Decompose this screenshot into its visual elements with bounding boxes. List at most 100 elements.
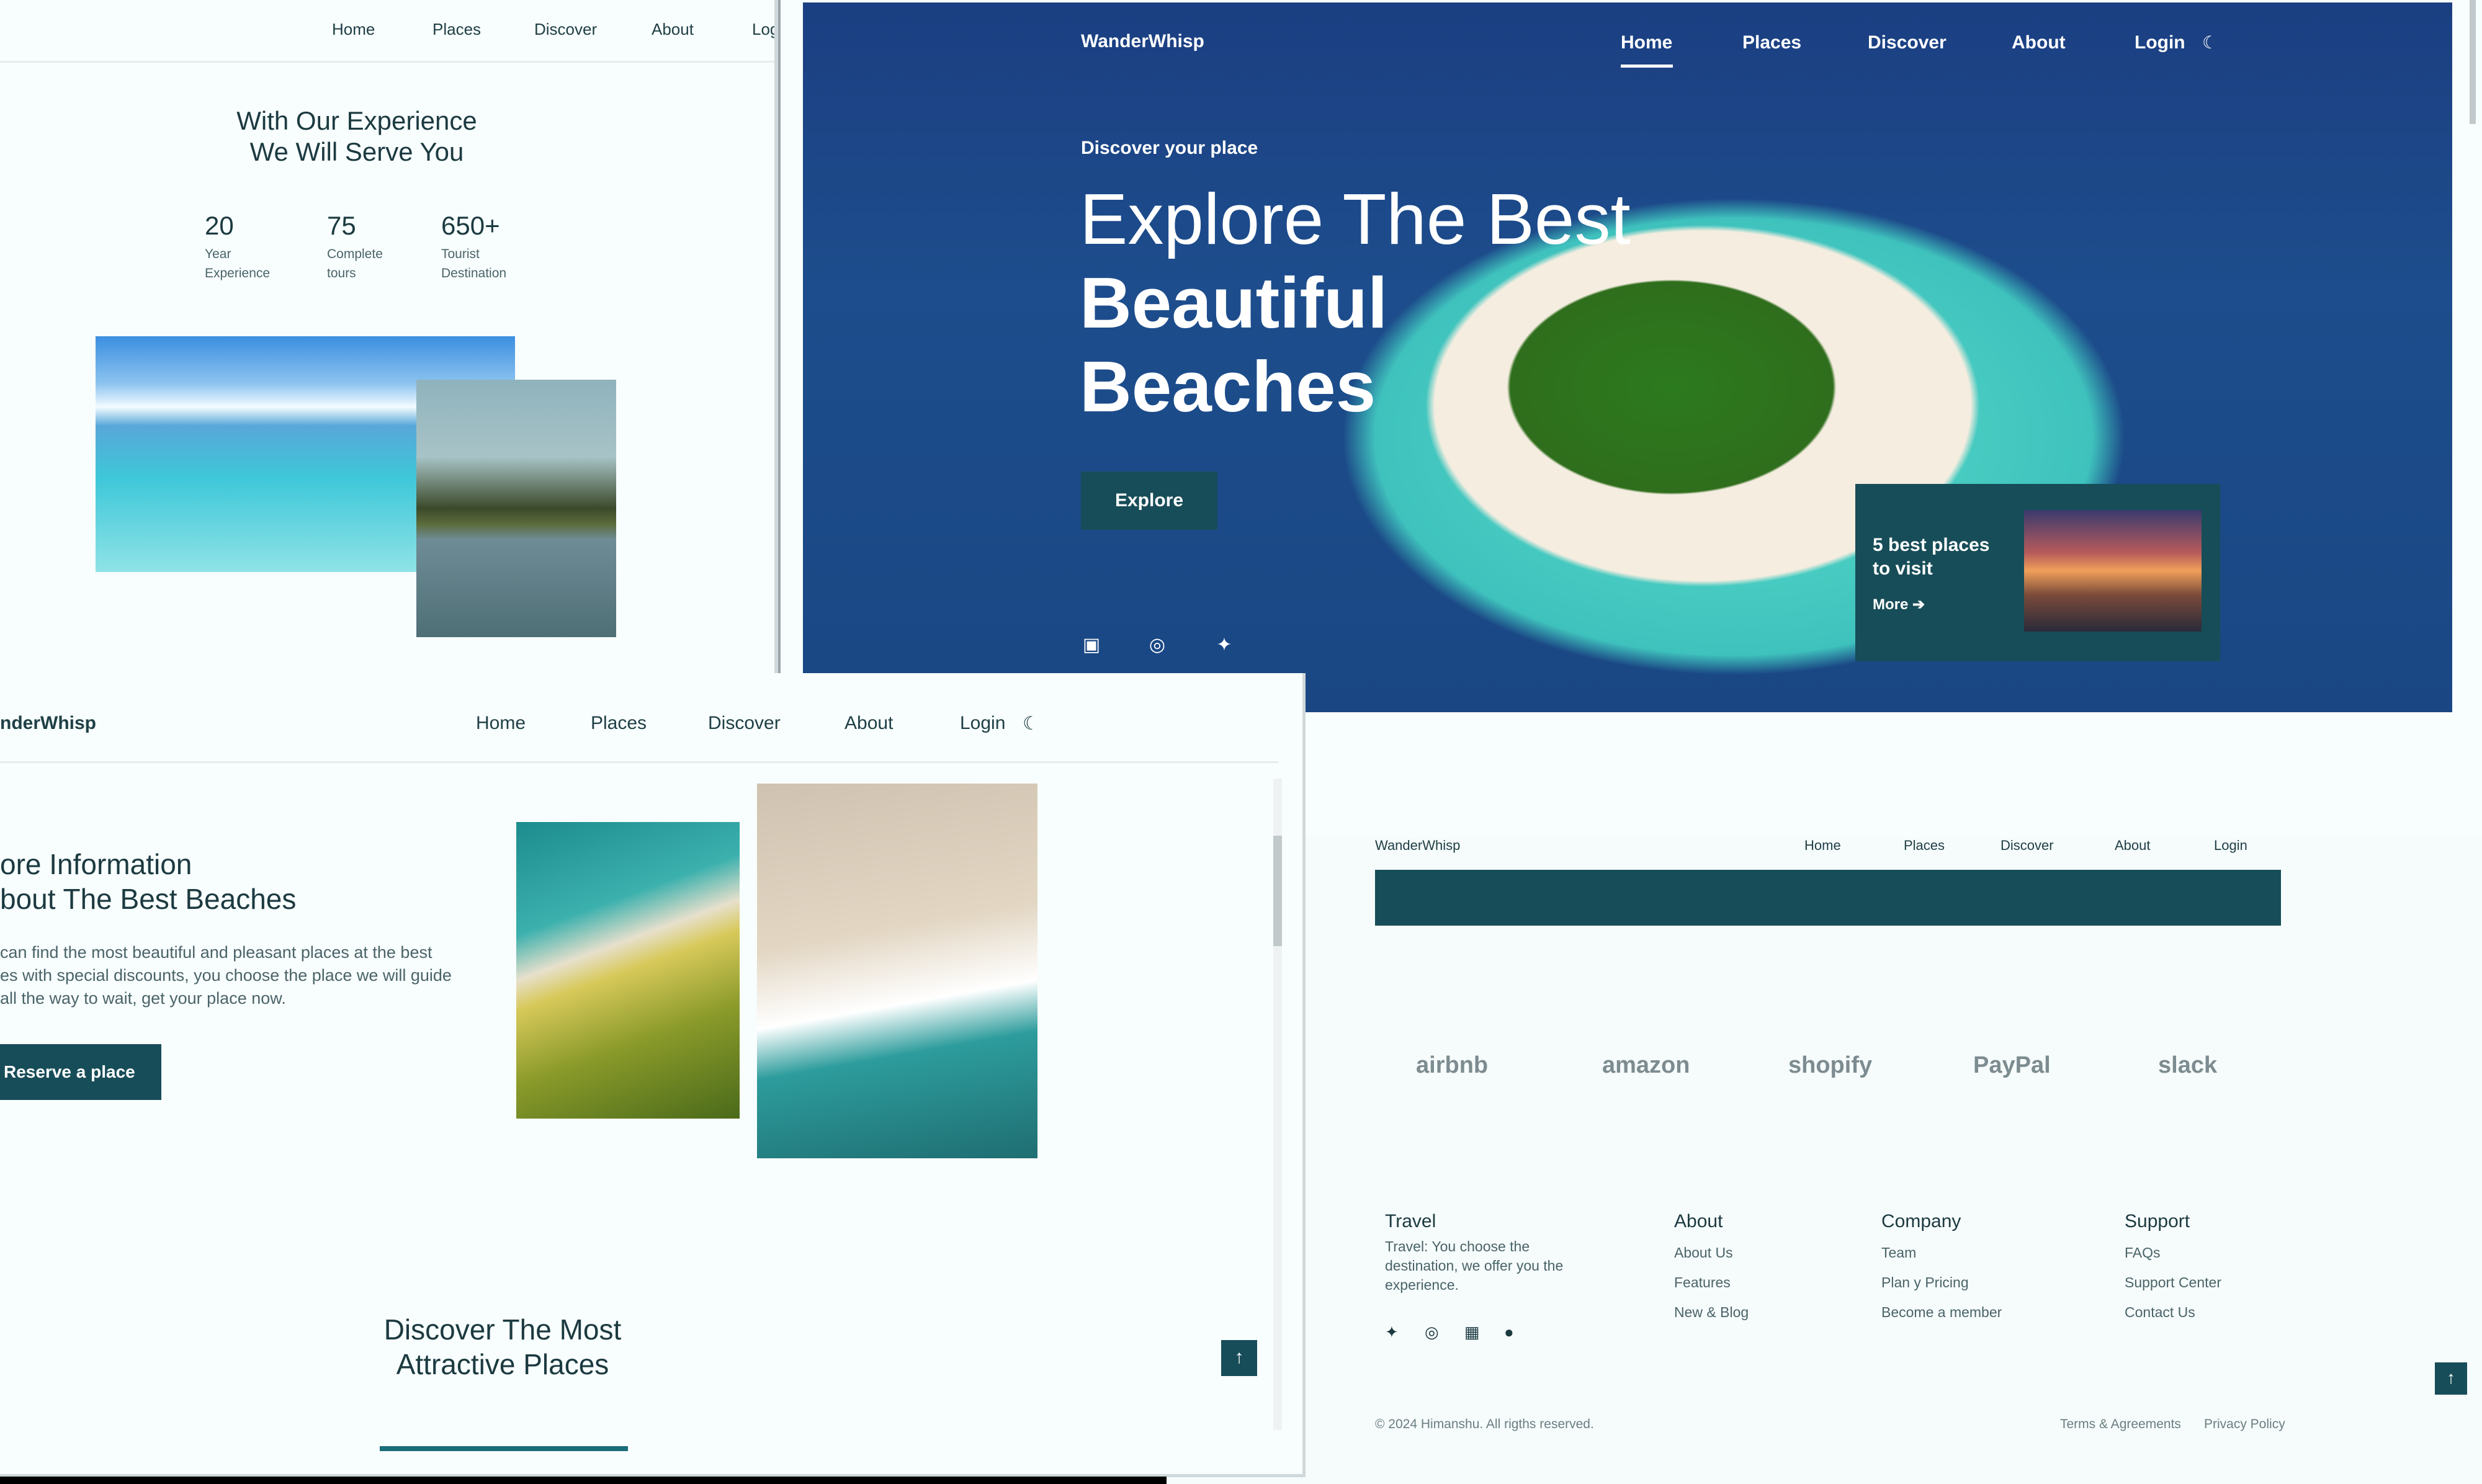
- discover-title: Discover The Most Attractive Places: [347, 1312, 658, 1382]
- subscribe-band: [1375, 870, 2281, 926]
- nav-login[interactable]: Login: [2214, 838, 2247, 854]
- nav-home[interactable]: Home: [1804, 838, 1841, 854]
- card-title: 5 best places to visit: [1873, 535, 1990, 579]
- nav-about[interactable]: About: [652, 20, 694, 39]
- footer-link[interactable]: About Us: [1674, 1245, 1733, 1261]
- title-line: ore Information: [0, 848, 192, 880]
- facebook-icon[interactable]: ▣: [1081, 634, 1102, 655]
- title-line: We Will Serve You: [249, 137, 464, 166]
- footer-link[interactable]: Plan y Pricing: [1881, 1274, 1969, 1291]
- stat-number: 75: [327, 211, 356, 240]
- info-title: ore Information bout The Best Beaches: [0, 847, 434, 916]
- boats-photo: [416, 380, 616, 637]
- paypal-logo: PayPal: [1973, 1052, 2051, 1078]
- nav-home[interactable]: Home: [332, 20, 375, 39]
- nav-login[interactable]: Log: [752, 20, 774, 39]
- footer-link[interactable]: Become a member: [1881, 1304, 2002, 1321]
- nav-about[interactable]: About: [2012, 32, 2066, 53]
- scroll-up-button[interactable]: ↑: [1221, 1340, 1257, 1376]
- twitter-icon[interactable]: ✦: [1214, 634, 1235, 655]
- nav-bar: Home Places Discover About Log: [0, 0, 774, 63]
- section-underline: [380, 1446, 628, 1451]
- nav-about[interactable]: About: [2115, 838, 2151, 854]
- title-line: Attractive Places: [396, 1348, 609, 1380]
- nav-places[interactable]: Places: [1742, 32, 1801, 53]
- island-hero-image: WanderWhisp Home Places Discover About L…: [803, 2, 2452, 712]
- footer-link[interactable]: Features: [1674, 1274, 1731, 1291]
- explore-button[interactable]: Explore: [1081, 472, 1217, 530]
- stat-label: Tourist Destination: [441, 247, 507, 280]
- terms-link[interactable]: Terms & Agreements: [2060, 1417, 2181, 1432]
- footer-support-heading: Support: [2125, 1211, 2190, 1231]
- footer-link[interactable]: FAQs: [2125, 1245, 2161, 1261]
- experience-title: With Our Experience We Will Serve You: [186, 105, 527, 168]
- instagram-icon[interactable]: ◎: [1147, 634, 1168, 655]
- footer-link[interactable]: Team: [1881, 1245, 1916, 1261]
- stat-number: 650+: [441, 211, 500, 240]
- nav-discover[interactable]: Discover: [1868, 32, 1947, 53]
- nav-places[interactable]: Places: [591, 713, 647, 734]
- footer-company-heading: Company: [1881, 1211, 1961, 1231]
- stat-years: 20 Year Experience: [205, 211, 270, 283]
- stat-number: 20: [205, 211, 234, 240]
- title-line: Discover The Most: [383, 1313, 622, 1346]
- experience-window: Home Places Discover About Log With Our …: [0, 0, 778, 673]
- logo[interactable]: WanderWhisp: [1375, 838, 1460, 854]
- stat-tours: 75 Complete tours: [327, 211, 383, 283]
- info-window: nderWhisp Home Places Discover About Log…: [0, 673, 1306, 1477]
- copyright: © 2024 Himanshu. All rigths reserved.: [1375, 1417, 1594, 1431]
- logo[interactable]: nderWhisp: [0, 713, 96, 734]
- nav-places[interactable]: Places: [1904, 838, 1945, 854]
- beach-waves-photo: [757, 784, 1037, 1158]
- footer-window: WanderWhisp Home Places Discover About L…: [1303, 838, 2482, 1484]
- stat-label: Complete tours: [327, 247, 383, 280]
- title-line: With Our Experience: [236, 106, 477, 135]
- github-icon[interactable]: ●: [1504, 1323, 1514, 1342]
- scrollbar[interactable]: [1273, 779, 1282, 1430]
- shopify-logo: shopify: [1788, 1052, 1873, 1078]
- amazon-logo: amazon: [1602, 1052, 1690, 1078]
- stat-destinations: 650+ Tourist Destination: [441, 211, 506, 283]
- headline-light: Explore The Best: [1080, 179, 1631, 259]
- footer-link[interactable]: New & Blog: [1674, 1304, 1749, 1321]
- footer-about-heading: About: [1674, 1211, 1723, 1231]
- scroll-up-button[interactable]: ↑: [2435, 1362, 2467, 1395]
- active-nav-underline: [1621, 65, 1673, 68]
- nav-discover[interactable]: Discover: [534, 20, 597, 39]
- scrollbar-thumb[interactable]: [1273, 836, 1282, 946]
- card-more-link[interactable]: More ➔: [1873, 596, 1925, 614]
- nav-divider: [0, 761, 1278, 763]
- moon-icon[interactable]: ☾: [1023, 713, 1039, 735]
- stat-label: Year Experience: [205, 247, 271, 280]
- slack-logo: slack: [2158, 1052, 2218, 1078]
- linkedin-icon[interactable]: ▦: [1464, 1323, 1480, 1342]
- footer-travel-description: Travel: You choose the destination, we o…: [1385, 1238, 1564, 1293]
- footer-travel-heading: Travel: [1385, 1211, 1436, 1231]
- twitter-icon[interactable]: ✦: [1385, 1323, 1399, 1342]
- nav-login[interactable]: Login: [2135, 32, 2185, 53]
- moon-icon[interactable]: ☾: [2202, 32, 2218, 53]
- info-paragraph: can find the most beautiful and pleasant…: [0, 943, 452, 1008]
- best-places-card[interactable]: 5 best places to visit More ➔: [1855, 484, 2220, 661]
- footer-link[interactable]: Contact Us: [2125, 1304, 2195, 1321]
- nav-discover[interactable]: Discover: [2000, 838, 2054, 854]
- nav-discover[interactable]: Discover: [708, 713, 781, 734]
- instagram-icon[interactable]: ◎: [1425, 1323, 1439, 1342]
- reserve-button[interactable]: Reserve a place: [0, 1044, 161, 1100]
- hero-kicker: Discover your place: [1081, 138, 1258, 158]
- airbnb-logo: airbnb: [1416, 1052, 1489, 1078]
- nav-home[interactable]: Home: [476, 713, 526, 734]
- nav-home[interactable]: Home: [1621, 32, 1672, 53]
- title-line: bout The Best Beaches: [0, 883, 297, 915]
- hero-headline: Explore The Best Beautiful Beaches: [1080, 177, 1700, 429]
- nav-about[interactable]: About: [845, 713, 893, 734]
- footer-link[interactable]: Support Center: [2125, 1274, 2221, 1291]
- privacy-link[interactable]: Privacy Policy: [2204, 1417, 2285, 1432]
- screen-edge: [0, 1477, 1167, 1484]
- nav-login[interactable]: Login: [960, 713, 1005, 734]
- coast-forest-photo: [516, 822, 740, 1119]
- coastal-town-thumbnail: [2024, 510, 2202, 632]
- logo[interactable]: WanderWhisp: [1081, 31, 1204, 52]
- scrollbar[interactable]: [2470, 0, 2476, 124]
- nav-places[interactable]: Places: [432, 20, 481, 39]
